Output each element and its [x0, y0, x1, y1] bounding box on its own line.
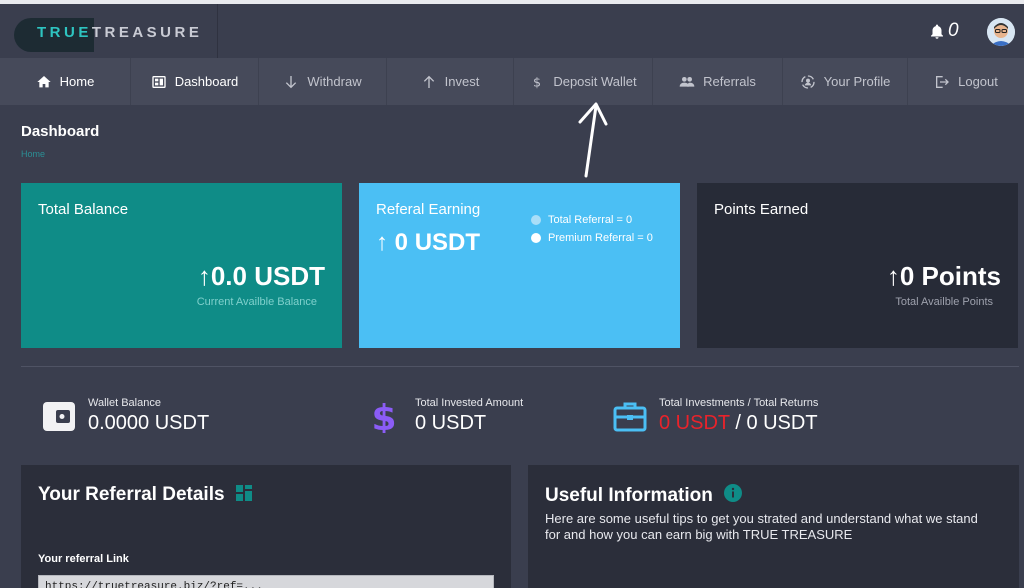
nav-logout-label: Logout [958, 74, 998, 89]
nav-dashboard-label: Dashboard [174, 74, 239, 89]
svg-text:$: $ [533, 74, 541, 89]
logout-icon [936, 75, 950, 88]
nav-logout[interactable]: Logout [908, 58, 1024, 105]
wallet-balance-label: Wallet Balance [88, 397, 161, 409]
useful-information-title: Useful Information [545, 485, 713, 506]
main-nav: Home Dashboard Withdraw Invest $ Deposit… [0, 58, 1024, 105]
nav-home-label: Home [59, 74, 95, 89]
referral-link-label: Your referral Link [38, 553, 129, 565]
nav-deposit-wallet[interactable]: $ Deposit Wallet [514, 58, 653, 105]
bell-icon[interactable] [928, 23, 946, 41]
logo[interactable]: TRUETREASURE [0, 4, 218, 58]
nav-home[interactable]: Home [0, 58, 131, 105]
nav-dashboard[interactable]: Dashboard [131, 58, 259, 105]
users-icon [679, 76, 695, 87]
dollar-icon: $ [533, 74, 541, 89]
points-earned-card: Points Earned ↑0 Points Total Availble P… [697, 183, 1018, 348]
useful-information-heading: Useful Information [545, 484, 743, 507]
up-arrow-icon: ↑ [197, 261, 211, 291]
wallet-icon [43, 402, 75, 431]
referral-earning-value: ↑ 0 USDT [376, 229, 480, 257]
useful-information-panel: Useful Information Here are some useful … [528, 465, 1019, 588]
total-returns-value: 0 USDT [746, 412, 818, 434]
total-referral-text: Total Referral = 0 [548, 214, 633, 226]
home-icon [36, 75, 51, 87]
annotation-arrow [578, 102, 608, 178]
nav-your-profile[interactable]: Your Profile [783, 58, 908, 105]
avatar-icon [987, 18, 1015, 46]
points-earned-sub: Total Availble Points [895, 296, 993, 308]
logo-part-1: TRUE [37, 24, 92, 41]
investments-returns-value: 0 USDT / 0 USDT [659, 412, 818, 435]
page-title: Dashboard [21, 123, 100, 140]
referral-details-title: Your Referral Details [38, 484, 225, 505]
nav-your-profile-label: Your Profile [823, 74, 891, 89]
investments-returns-label: Total Investments / Total Returns [659, 397, 819, 409]
nav-withdraw-label: Withdraw [307, 74, 362, 89]
total-invested-label: Total Invested Amount [415, 397, 524, 409]
total-balance-title: Total Balance [38, 201, 129, 218]
header: TRUETREASURE 0 [0, 4, 1024, 58]
nav-referrals-label: Referrals [703, 74, 756, 89]
total-investments-value: 0 USDT [659, 412, 730, 434]
svg-text:$: $ [371, 399, 396, 433]
total-balance-value: ↑0.0 USDT [198, 261, 325, 292]
avatar[interactable] [987, 18, 1015, 46]
briefcase-icon [613, 402, 647, 432]
separator: / [729, 412, 747, 434]
arrow-down-icon [286, 75, 297, 88]
dashboard-icon [152, 75, 166, 88]
investments-returns-stat: Total Investments / Total Returns 0 USDT… [613, 395, 913, 445]
wallet-balance-value: 0.0000 USDT [88, 412, 210, 434]
grid-icon [235, 485, 252, 501]
referral-link-field[interactable]: https://truetreasure.biz/?ref=... [38, 575, 494, 588]
logo-text: TRUETREASURE [37, 24, 202, 41]
premium-referral-dot [531, 233, 541, 243]
referral-details-panel: Your Referral Details Your referral Link… [21, 465, 511, 588]
referral-details-heading: Your Referral Details [38, 484, 252, 506]
points-earned-value: ↑0 Points [887, 261, 1001, 292]
premium-referral-text: Premium Referral = 0 [548, 232, 653, 244]
referral-earning-card: Referal Earning ↑ 0 USDT Total Referral … [359, 183, 680, 348]
up-arrow-icon: ↑ [886, 261, 900, 291]
nav-referrals[interactable]: Referrals [653, 58, 783, 105]
referral-earning-title: Referal Earning [376, 201, 481, 218]
total-balance-sub: Current Availble Balance [196, 296, 317, 308]
total-balance-amount: 0.0 USDT [210, 261, 325, 291]
total-invested-stat: $ Total Invested Amount 0 USDT [369, 395, 589, 445]
total-referral-dot [531, 215, 541, 225]
nav-invest-label: Invest [444, 74, 480, 89]
wallet-balance-stat: Wallet Balance 0.0000 USDT [42, 395, 302, 445]
total-invested-value: 0 USDT [415, 412, 487, 434]
nav-deposit-wallet-label: Deposit Wallet [553, 74, 637, 89]
total-referral-legend: Total Referral = 0 [531, 214, 632, 226]
divider [21, 366, 1019, 367]
points-earned-title: Points Earned [714, 201, 809, 218]
notification-count: 0 [948, 20, 959, 41]
profile-icon [800, 74, 815, 89]
info-icon[interactable] [724, 484, 743, 502]
logo-part-2: TREASURE [91, 24, 203, 41]
points-earned-amount: 0 Points [899, 261, 1001, 291]
up-arrow-icon: ↑ [376, 229, 395, 256]
total-balance-card: Total Balance ↑0.0 USDT Current Availble… [21, 183, 342, 348]
referral-earning-amount: 0 USDT [394, 229, 481, 256]
nav-invest[interactable]: Invest [387, 58, 514, 105]
dollar-icon: $ [371, 399, 396, 433]
useful-information-text: Here are some useful tips to get you str… [545, 511, 978, 542]
nav-withdraw[interactable]: Withdraw [259, 58, 387, 105]
arrow-up-icon [423, 75, 434, 88]
premium-referral-legend: Premium Referral = 0 [531, 232, 653, 244]
breadcrumb-home[interactable]: Home [21, 149, 45, 159]
